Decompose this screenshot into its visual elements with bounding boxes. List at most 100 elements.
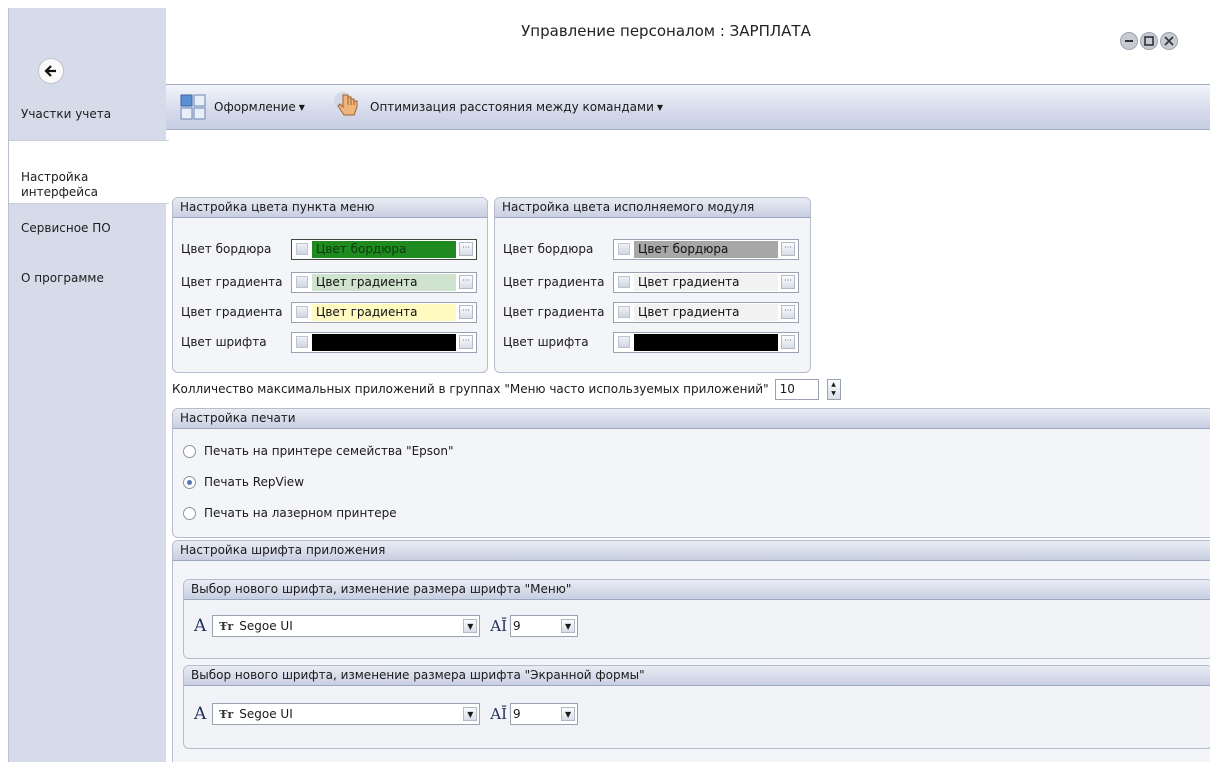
chevron-down-icon[interactable]: ▼ bbox=[561, 707, 576, 721]
color-label: Цвет бордюра bbox=[181, 242, 272, 256]
ellipsis-icon[interactable]: ··· bbox=[459, 241, 473, 256]
swatch-icon bbox=[296, 336, 308, 348]
spacing-menu-button[interactable]: Оптимизация расстояния между командами ▼ bbox=[334, 91, 663, 123]
spinner-icon[interactable]: ▲ ▼ bbox=[826, 378, 841, 400]
font-settings-group: Настройка шрифта приложения Выбор нового… bbox=[172, 540, 1210, 762]
chevron-down-icon[interactable]: ▼ bbox=[561, 619, 576, 633]
layout-grid-icon bbox=[180, 94, 206, 120]
ellipsis-icon[interactable]: ··· bbox=[781, 304, 795, 319]
color-picker[interactable]: ··· bbox=[613, 331, 799, 353]
group-title: Настройка шрифта приложения bbox=[173, 541, 1210, 561]
nav-item-accounting[interactable]: Участки учета bbox=[9, 107, 167, 121]
menu-font-row: A Ŧr Segoe UI ▼ AĪ 9 ▼ bbox=[194, 614, 579, 638]
nav-item-service[interactable]: Сервисное ПО bbox=[9, 221, 167, 235]
design-menu-button[interactable]: Оформление ▼ bbox=[180, 94, 305, 120]
swatch-icon bbox=[618, 336, 630, 348]
font-letter-icon: A bbox=[194, 616, 207, 636]
color-picker[interactable]: Цвет градиента ··· bbox=[613, 271, 799, 293]
form-font-select[interactable]: Ŧr Segoe UI ▼ bbox=[212, 703, 481, 725]
close-button[interactable] bbox=[1160, 32, 1178, 50]
design-menu-label: Оформление bbox=[214, 100, 296, 114]
color-row: Цвет шрифта ··· bbox=[503, 331, 799, 353]
print-option-epson[interactable]: Печать на принтере семейства "Epson" bbox=[183, 441, 454, 461]
color-value: Цвет градиента bbox=[634, 273, 778, 291]
maximize-icon bbox=[1144, 36, 1154, 46]
swatch-icon bbox=[618, 306, 630, 318]
nav-item-about[interactable]: О программе bbox=[9, 271, 167, 285]
radio-label: Печать RepView bbox=[204, 475, 305, 489]
ellipsis-icon[interactable]: ··· bbox=[781, 334, 795, 349]
max-apps-row: Колличество максимальных приложений в гр… bbox=[172, 377, 841, 401]
swatch-icon bbox=[296, 306, 308, 318]
font-size: 9 bbox=[513, 707, 521, 721]
color-row: Цвет градиента Цвет градиента ··· bbox=[503, 301, 799, 323]
color-value: Цвет бордюра bbox=[312, 240, 456, 258]
color-label: Цвет градиента bbox=[503, 305, 605, 319]
radio-label: Печать на принтере семейства "Epson" bbox=[204, 444, 454, 458]
color-picker[interactable]: Цвет бордюра ··· bbox=[613, 238, 799, 260]
font-size-icon: AĪ bbox=[490, 617, 508, 635]
truetype-icon: Ŧr bbox=[219, 707, 234, 721]
ellipsis-icon[interactable]: ··· bbox=[459, 304, 473, 319]
back-button[interactable] bbox=[38, 58, 64, 84]
group-title: Настройка печати bbox=[173, 409, 1210, 429]
color-row: Цвет градиента Цвет градиента ··· bbox=[181, 301, 477, 323]
radio-icon[interactable] bbox=[183, 444, 196, 458]
color-picker[interactable]: Цвет градиента ··· bbox=[291, 271, 477, 293]
maximize-button[interactable] bbox=[1140, 32, 1158, 50]
color-picker[interactable]: Цвет градиента ··· bbox=[291, 301, 477, 323]
window-title: Управление персоналом : ЗАРПЛАТА bbox=[521, 22, 811, 40]
minimize-button[interactable] bbox=[1120, 32, 1138, 50]
form-font-size-select[interactable]: 9 ▼ bbox=[510, 703, 579, 725]
color-row: Цвет градиента Цвет градиента ··· bbox=[503, 271, 799, 293]
print-option-laser[interactable]: Печать на лазерном принтере bbox=[183, 503, 397, 523]
font-size-icon: AĪ bbox=[490, 705, 508, 723]
menu-color-group: Настройка цвета пункта меню Цвет бордюра… bbox=[172, 197, 488, 373]
nav-item-label: Сервисное ПО bbox=[21, 221, 111, 235]
radio-label: Печать на лазерном принтере bbox=[204, 506, 397, 520]
group-title: Настройка цвета исполняемого модуля bbox=[495, 198, 810, 218]
color-value bbox=[312, 333, 456, 351]
color-label: Цвет градиента bbox=[181, 305, 283, 319]
group-title: Выбор нового шрифта, изменение размера ш… bbox=[184, 580, 1210, 600]
color-picker[interactable]: Цвет градиента ··· bbox=[613, 301, 799, 323]
radio-icon[interactable] bbox=[183, 475, 196, 489]
nav-item-interface-settings[interactable]: Настройка интерфейса bbox=[9, 140, 169, 204]
ellipsis-icon[interactable]: ··· bbox=[459, 274, 473, 289]
color-label: Цвет шрифта bbox=[181, 335, 267, 349]
print-option-repview[interactable]: Печать RepView bbox=[183, 472, 304, 492]
font-letter-icon: A bbox=[194, 704, 207, 724]
menu-font-size-select[interactable]: 9 ▼ bbox=[510, 615, 579, 637]
max-apps-input[interactable]: 10 bbox=[774, 378, 819, 400]
color-row: Цвет градиента Цвет градиента ··· bbox=[181, 271, 477, 293]
spacing-menu-label: Оптимизация расстояния между командами bbox=[370, 100, 654, 114]
color-value bbox=[634, 333, 778, 351]
group-title: Выбор нового шрифта, изменение размера ш… bbox=[184, 666, 1210, 686]
nav-item-label: О программе bbox=[21, 271, 104, 285]
chevron-down-icon[interactable]: ▼ bbox=[463, 707, 478, 721]
ellipsis-icon[interactable]: ··· bbox=[781, 274, 795, 289]
color-picker[interactable]: Цвет бордюра ··· bbox=[291, 238, 477, 260]
group-title: Настройка цвета пункта меню bbox=[173, 198, 487, 218]
form-font-row: A Ŧr Segoe UI ▼ AĪ 9 ▼ bbox=[194, 702, 579, 726]
print-settings-group: Настройка печати Печать на принтере семе… bbox=[172, 408, 1210, 538]
chevron-down-icon: ▼ bbox=[298, 102, 305, 112]
menu-font-group: Выбор нового шрифта, изменение размера ш… bbox=[183, 579, 1210, 659]
radio-icon[interactable] bbox=[183, 506, 196, 520]
color-label: Цвет бордюра bbox=[503, 242, 594, 256]
nav-item-label: Настройка интерфейса bbox=[21, 170, 99, 199]
color-row: Цвет бордюра Цвет бордюра ··· bbox=[181, 238, 477, 260]
ellipsis-icon[interactable]: ··· bbox=[781, 241, 795, 256]
font-name: Segoe UI bbox=[239, 619, 293, 633]
truetype-icon: Ŧr bbox=[219, 619, 234, 633]
chevron-down-icon[interactable]: ▼ bbox=[463, 619, 478, 633]
swatch-icon bbox=[618, 243, 630, 255]
close-icon bbox=[1164, 36, 1174, 46]
color-row: Цвет шрифта ··· bbox=[181, 331, 477, 353]
ellipsis-icon[interactable]: ··· bbox=[459, 334, 473, 349]
font-size: 9 bbox=[513, 619, 521, 633]
color-picker[interactable]: ··· bbox=[291, 331, 477, 353]
nav-item-label: Участки учета bbox=[21, 107, 112, 121]
max-apps-label: Колличество максимальных приложений в гр… bbox=[172, 382, 769, 396]
menu-font-select[interactable]: Ŧr Segoe UI ▼ bbox=[212, 615, 481, 637]
